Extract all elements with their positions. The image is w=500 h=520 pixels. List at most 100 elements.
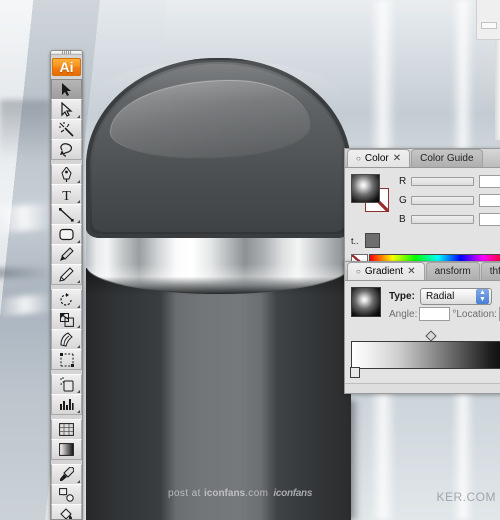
tab-transform[interactable]: ansform — [425, 262, 480, 280]
gradient-panel-footer — [345, 383, 500, 393]
gradient-type-select[interactable]: Radial ▲ ▼ — [419, 287, 492, 305]
close-icon[interactable]: ✕ — [393, 153, 401, 164]
tool-list[interactable]: T — [51, 79, 82, 519]
line-segment-tool[interactable] — [51, 204, 82, 225]
gradient-icon — [59, 443, 74, 456]
pencil-tool[interactable] — [51, 264, 82, 285]
column-graph-tool[interactable] — [51, 394, 82, 415]
selection-tool[interactable] — [51, 79, 82, 100]
color-panel-tabs[interactable]: ○ Color ✕ Color Guide — [345, 149, 500, 168]
tab-color-guide[interactable]: Color Guide — [411, 149, 483, 167]
paintbrush-icon — [59, 247, 74, 262]
background-highlight-streak — [0, 293, 55, 317]
gradient-panel-body: Type: Radial ▲ ▼ Angle: ° Location: — [345, 281, 500, 383]
type-tool[interactable]: T — [51, 184, 82, 205]
type-label: Type: — [389, 290, 415, 302]
blend-tool[interactable] — [51, 484, 82, 505]
gradient-angle-location-row[interactable]: Angle: ° Location: — [389, 305, 500, 323]
color-panel-body: R G B t.. — [345, 168, 500, 275]
background-highlight-streak — [0, 268, 54, 278]
panel-menu-icon[interactable]: ○ — [356, 267, 361, 276]
paintbrush-tool[interactable] — [51, 244, 82, 265]
symbol-sprayer-tool[interactable] — [51, 374, 82, 395]
direct-selection-icon — [60, 102, 73, 117]
gradient-slider[interactable] — [350, 330, 500, 378]
mesh-icon — [59, 423, 74, 436]
free-transform-tool[interactable] — [51, 349, 82, 370]
watermark-brand: iconfans — [204, 488, 246, 499]
cylinder-body — [86, 268, 351, 520]
slider-label-b: B — [399, 214, 406, 225]
gradient-panel-tabs[interactable]: ○ Gradient ✕ ansform thfinder — [345, 262, 500, 281]
collapsed-panel-button[interactable] — [481, 22, 497, 29]
live-paint-bucket-icon — [59, 507, 74, 519]
angle-label: Angle: — [389, 308, 418, 320]
slider-track-b[interactable] — [411, 215, 474, 224]
color-panel[interactable]: ○ Color ✕ Color Guide R G B t.. — [344, 148, 500, 276]
watermark-corner: KER.COM — [436, 490, 496, 504]
live-paint-bucket-tool[interactable] — [51, 504, 82, 519]
fill-swatch-gradient[interactable] — [351, 174, 380, 203]
gradient-stop-left[interactable] — [350, 367, 360, 378]
gradient-type-row[interactable]: Type: Radial ▲ ▼ — [389, 287, 500, 305]
tint-swatch[interactable] — [365, 233, 380, 248]
tools-panel[interactable]: Ai T — [50, 50, 83, 520]
magic-wand-icon — [59, 122, 74, 137]
chevron-updown-icon[interactable]: ▲ ▼ — [475, 288, 489, 304]
scale-icon — [59, 312, 74, 327]
eyedropper-tool[interactable] — [51, 464, 82, 485]
color-controls: R G B — [351, 174, 500, 231]
cylinder-cap-dome — [86, 58, 351, 238]
tint-row[interactable]: t.. — [351, 233, 500, 248]
gradient-midpoint-handle[interactable] — [425, 330, 438, 342]
direct-selection-tool[interactable] — [51, 99, 82, 120]
gradient-tool[interactable] — [51, 439, 82, 460]
gradient-preview-swatch[interactable] — [351, 287, 381, 317]
warp-icon — [59, 332, 74, 347]
slider-value-b[interactable] — [479, 213, 500, 226]
collapsed-panel-edge[interactable] — [476, 0, 500, 40]
slider-value-r[interactable] — [479, 175, 500, 188]
slider-row-g[interactable]: G — [399, 193, 500, 208]
slider-row-r[interactable]: R — [399, 174, 500, 189]
watermark-iconfans: post at iconfans.com iconfans — [168, 488, 312, 499]
drag-grip-icon — [62, 51, 71, 54]
pencil-icon — [59, 267, 74, 282]
blend-icon — [59, 487, 74, 502]
pen-tool[interactable] — [51, 164, 82, 185]
slider-value-g[interactable] — [479, 194, 500, 207]
fill-stroke-swatches[interactable] — [351, 174, 395, 218]
type-icon: T — [60, 188, 73, 202]
rectangle-icon — [59, 228, 74, 241]
angle-input[interactable] — [419, 307, 451, 321]
rgb-sliders[interactable]: R G B — [395, 174, 500, 231]
tint-label: t.. — [351, 235, 359, 246]
gradient-stop-icon[interactable] — [350, 367, 360, 378]
gradient-ramp-bar[interactable] — [351, 341, 500, 369]
slider-track-g[interactable] — [411, 196, 474, 205]
slider-track-r[interactable] — [411, 177, 474, 186]
illustrator-logo: Ai — [52, 58, 81, 76]
warp-tool[interactable] — [51, 329, 82, 350]
close-icon[interactable]: ✕ — [407, 266, 415, 277]
gradient-panel[interactable]: ○ Gradient ✕ ansform thfinder Type: Radi… — [344, 261, 500, 394]
rectangle-tool[interactable] — [51, 224, 82, 245]
watermark-logo: iconfans — [273, 488, 313, 499]
tab-color[interactable]: ○ Color ✕ — [347, 149, 411, 167]
tab-pathfinder[interactable]: thfinder — [480, 262, 500, 280]
tab-color-label: Color — [364, 153, 389, 164]
background-highlight-streak — [0, 203, 53, 233]
mesh-tool[interactable] — [51, 419, 82, 440]
slider-label-g: G — [399, 195, 407, 206]
panel-menu-icon[interactable]: ○ — [356, 154, 361, 163]
scale-tool[interactable] — [51, 309, 82, 330]
panel-dock-edge — [495, 40, 500, 140]
lasso-icon — [59, 142, 74, 157]
canvas-artwork-cylinder[interactable] — [86, 58, 351, 520]
rotate-tool[interactable] — [51, 289, 82, 310]
lasso-tool[interactable] — [51, 139, 82, 160]
tab-gradient[interactable]: ○ Gradient ✕ — [347, 262, 425, 280]
magic-wand-tool[interactable] — [51, 119, 82, 140]
slider-row-b[interactable]: B — [399, 212, 500, 227]
tools-panel-drag-handle[interactable] — [51, 51, 82, 55]
